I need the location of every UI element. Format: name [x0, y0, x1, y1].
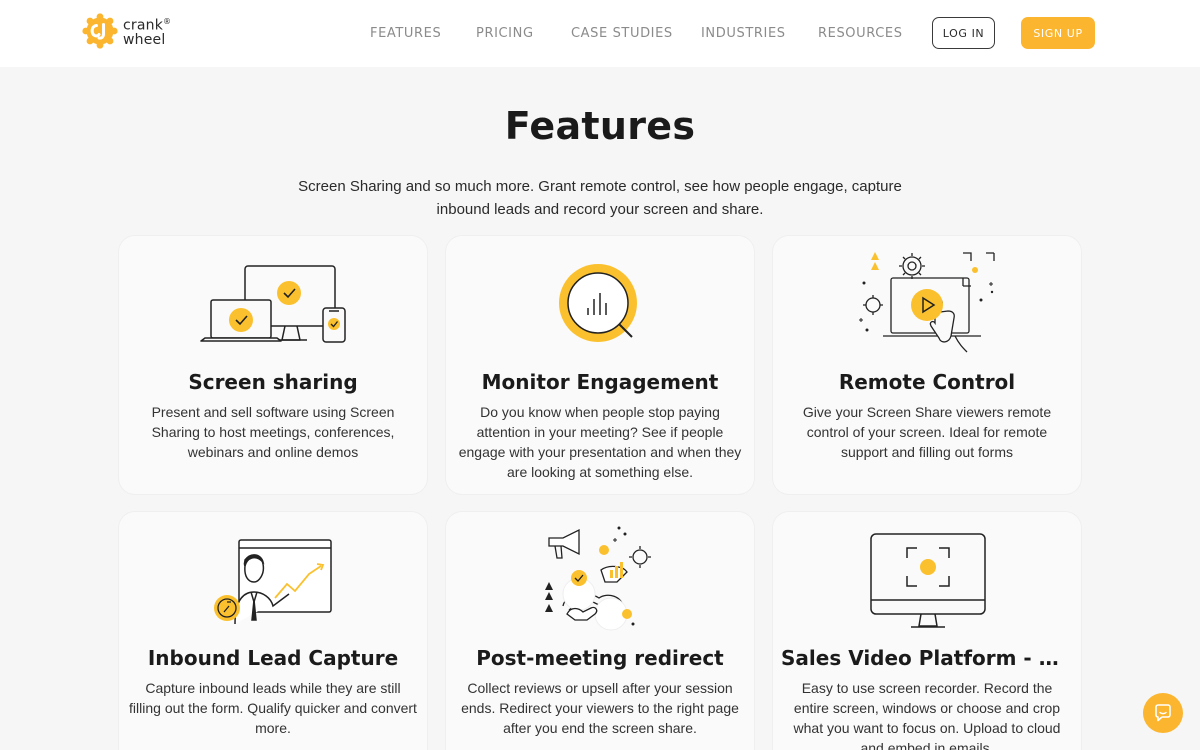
feature-card-screen-sharing[interactable]: Screen sharing Present and sell software… [119, 236, 427, 494]
remote-control-icon [859, 252, 995, 353]
logo-word-2: wheel [123, 31, 166, 48]
feature-card-sales-video-platform[interactable]: Sales Video Platform - Screen Recorder E… [773, 512, 1081, 750]
card-title: Sales Video Platform - Screen Recorder [781, 646, 1073, 670]
crankwheel-logo-icon [82, 13, 118, 49]
card-icon-area [773, 512, 1081, 642]
card-icon-area [773, 236, 1081, 366]
card-description: Easy to use screen recorder. Record the … [793, 680, 1061, 750]
crankwheel-logo[interactable]: crank® wheel [82, 13, 171, 49]
card-description: Do you know when people stop paying atte… [458, 404, 742, 480]
card-icon-area [119, 236, 427, 366]
card-title: Screen sharing [188, 370, 358, 394]
feature-card-post-meeting-redirect[interactable]: Post-meeting redirect Collect reviews or… [446, 512, 754, 750]
nav-resources[interactable]: RESOURCES [818, 26, 903, 41]
nav-features[interactable]: FEATURES [370, 26, 441, 41]
signup-button[interactable]: SIGN UP [1021, 17, 1095, 49]
screen-recorder-icon [870, 533, 986, 628]
feature-card-remote-control[interactable]: Remote Control Give your Screen Share vi… [773, 236, 1081, 494]
card-title: Inbound Lead Capture [147, 646, 399, 670]
nav-pricing[interactable]: PRICING [476, 26, 534, 41]
chat-widget-button[interactable] [1143, 693, 1183, 733]
feature-card-monitor-engagement[interactable]: Monitor Engagement Do you know when peop… [446, 236, 754, 494]
login-button[interactable]: LOG IN [932, 17, 995, 49]
chat-icon [1155, 704, 1171, 722]
card-description: Give your Screen Share viewers remote co… [802, 404, 1052, 460]
card-title: Post-meeting redirect [476, 646, 724, 670]
top-navigation-bar: crank® wheel FEATURES PRICING CASE STUDI… [0, 0, 1200, 67]
card-description: Collect reviews or upsell after your ses… [461, 680, 739, 736]
lead-capture-icon [214, 539, 332, 625]
card-title: Monitor Engagement [481, 370, 719, 394]
logo-wordmark: crank® wheel [123, 15, 171, 47]
page-subtitle: Screen Sharing and so much more. Grant r… [298, 178, 902, 218]
logo-registered-mark: ® [163, 17, 172, 27]
page-title: Features [504, 104, 696, 148]
nav-industries[interactable]: INDUSTRIES [701, 26, 786, 41]
card-icon-area [446, 236, 754, 366]
devices-icon [200, 265, 346, 343]
nav-case-studies[interactable]: CASE STUDIES [571, 26, 673, 41]
redirect-icon [545, 526, 651, 631]
card-icon-area [119, 512, 427, 642]
feature-card-inbound-lead-capture[interactable]: Inbound Lead Capture Capture inbound lea… [119, 512, 427, 750]
card-icon-area [446, 512, 754, 642]
card-description: Present and sell software using Screen S… [151, 404, 395, 460]
card-description: Capture inbound leads while they are sti… [129, 680, 417, 736]
card-title: Remote Control [838, 370, 1016, 394]
magnifier-chart-icon [559, 264, 637, 342]
